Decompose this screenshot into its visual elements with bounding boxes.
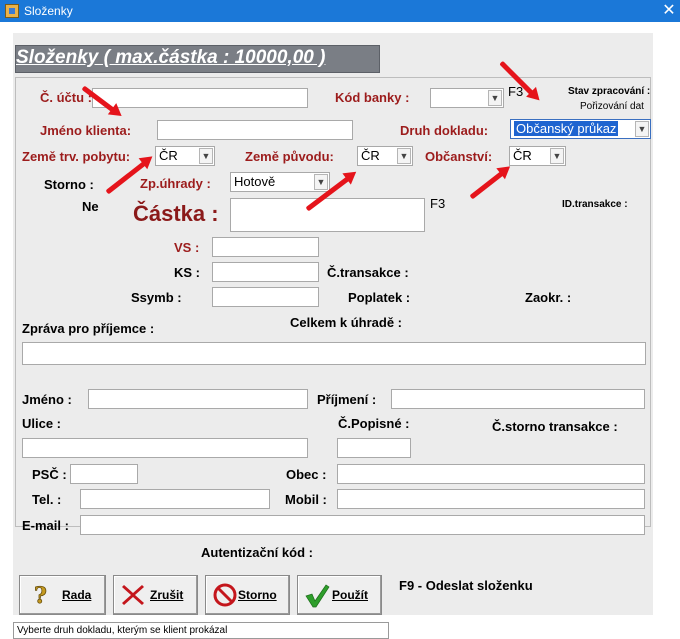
zeme-puvodu-label: Země původu: [245, 149, 334, 164]
svg-text:?: ? [34, 583, 47, 608]
c-popisne-label: Č.Popisné : [338, 416, 410, 431]
castka-input[interactable] [230, 198, 425, 232]
celkem-label: Celkem k úhradě : [290, 315, 402, 330]
poplatek-label: Poplatek : [348, 290, 411, 305]
kod-banky-select[interactable]: ▼ [430, 88, 504, 108]
zaokr-label: Zaokr. : [525, 290, 572, 305]
ulice-input[interactable] [22, 438, 308, 458]
autentizacni-kod-label: Autentizační kód : [201, 545, 313, 560]
window-title: Složenky [24, 4, 73, 18]
druh-dokladu-label: Druh dokladu: [400, 123, 489, 138]
f3-hint-castka: F3 [430, 196, 446, 211]
zprava-label: Zpráva pro příjemce : [22, 321, 155, 336]
vs-label: VS : [174, 240, 200, 255]
zp-uhrady-label: Zp.úhrady : [140, 176, 211, 191]
chevron-down-icon: ▼ [488, 90, 502, 106]
email-input[interactable] [80, 515, 645, 535]
vs-input[interactable] [212, 237, 319, 257]
close-icon[interactable]: ✕ [658, 1, 680, 21]
prohibited-icon [213, 583, 237, 607]
tel-label: Tel. : [32, 492, 62, 507]
page-title: Složenky ( max.částka : 10000,00 ) [16, 47, 326, 68]
app-icon [5, 4, 19, 18]
window-titlebar [0, 0, 680, 22]
status-value: Pořizování dat [580, 101, 644, 112]
ssymb-input[interactable] [212, 287, 319, 307]
pouzit-button[interactable]: Použít [297, 575, 382, 615]
storno-button[interactable]: Storno [205, 575, 290, 615]
obcanstvi-select[interactable]: ČR ▼ [509, 146, 566, 166]
checkmark-icon [305, 584, 330, 608]
zrusit-button[interactable]: Zrušit [113, 575, 198, 615]
druh-dokladu-select[interactable]: Občanský průkaz ▼ [510, 119, 651, 139]
ssymb-label: Ssymb : [131, 290, 182, 305]
tel-input[interactable] [80, 489, 270, 509]
zeme-puvodu-select[interactable]: ČR ▼ [357, 146, 413, 166]
psc-input[interactable] [70, 464, 138, 484]
castka-label: Částka : [133, 201, 219, 226]
status-bar: Vyberte druh dokladu, kterým se klient p… [13, 622, 389, 639]
c-transakce-label: Č.transakce : [327, 265, 409, 280]
prijmeni-input[interactable] [391, 389, 645, 409]
chevron-down-icon: ▼ [314, 174, 328, 190]
obcanstvi-label: Občanství: [425, 149, 493, 164]
obec-label: Obec : [286, 467, 327, 482]
storno-label: Storno : [44, 177, 94, 192]
zprava-input[interactable] [22, 342, 646, 365]
jmeno-klienta-label: Jméno klienta: [40, 123, 132, 138]
psc-label: PSČ : [32, 467, 67, 482]
cislo-uctu-input[interactable] [92, 88, 308, 108]
jmeno-klienta-input[interactable] [157, 120, 353, 140]
email-label: E-mail : [22, 518, 69, 533]
chevron-down-icon: ▼ [550, 148, 564, 164]
rada-button[interactable]: ? Rada [19, 575, 106, 615]
ks-label: KS : [174, 265, 200, 280]
status-label: Stav zpracování : [568, 86, 651, 97]
storno-value: Ne [82, 199, 99, 214]
c-popisne-input[interactable] [337, 438, 411, 458]
cross-icon [122, 585, 144, 605]
prijmeni-label: Příjmení : [317, 392, 377, 407]
mobil-input[interactable] [337, 489, 645, 509]
zp-uhrady-select[interactable]: Hotově ▼ [230, 172, 330, 192]
f9-hint: F9 - Odeslat složenku [399, 578, 533, 593]
zeme-trv-pobytu-select[interactable]: ČR ▼ [155, 146, 215, 166]
ks-input[interactable] [212, 262, 319, 282]
zeme-trv-pobytu-label: Země trv. pobytu: [22, 149, 131, 164]
kod-banky-label: Kód banky : [335, 90, 410, 105]
question-icon: ? [34, 583, 48, 608]
jmeno-input[interactable] [88, 389, 308, 409]
chevron-down-icon: ▼ [199, 148, 213, 164]
jmeno-label: Jméno : [22, 392, 72, 407]
c-storno-transakce-label: Č.storno transakce : [492, 419, 618, 434]
obec-input[interactable] [337, 464, 645, 484]
mobil-label: Mobil : [285, 492, 327, 507]
ulice-label: Ulice : [22, 416, 62, 431]
chevron-down-icon: ▼ [635, 121, 649, 137]
id-transakce-label: ID.transakce : [562, 199, 628, 210]
chevron-down-icon: ▼ [397, 148, 411, 164]
